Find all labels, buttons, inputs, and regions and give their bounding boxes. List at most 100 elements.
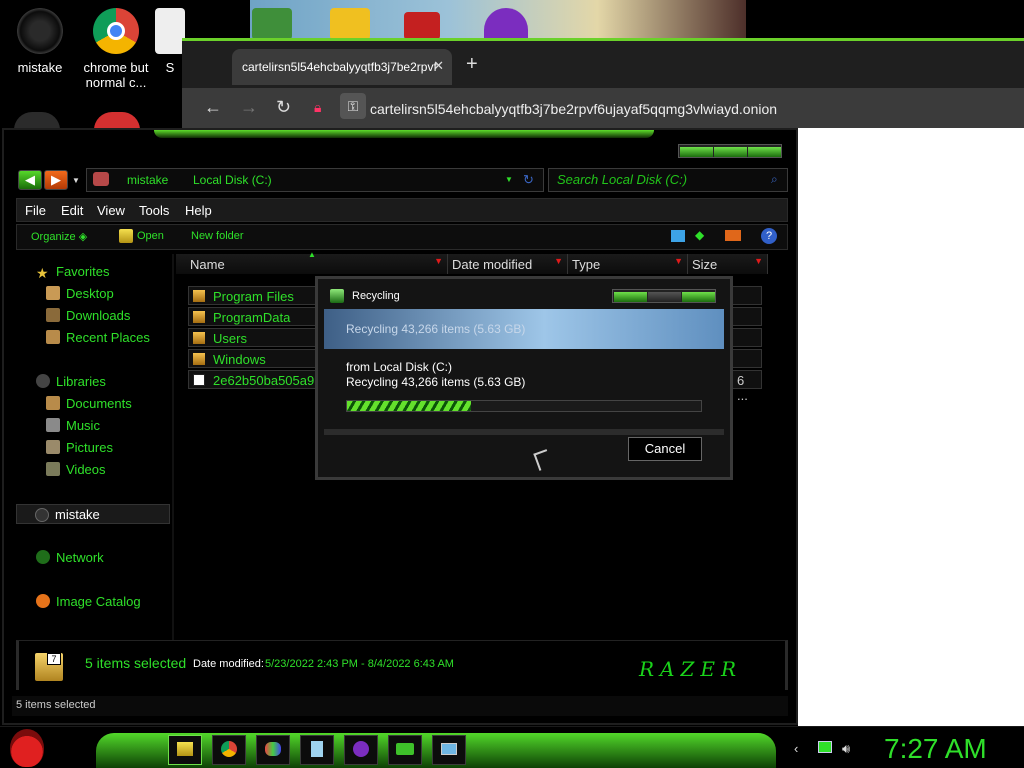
- nav-downloads[interactable]: Downloads: [46, 308, 130, 323]
- taskbar-app[interactable]: [388, 735, 422, 765]
- taskbar: ‹ 🔊︎ 7:27 AM: [0, 726, 1024, 768]
- nav-recent-places[interactable]: Recent Places: [46, 330, 150, 345]
- dialog-close-button[interactable]: [682, 292, 715, 302]
- file-row[interactable]: 2e62b50ba505a91: [188, 370, 322, 389]
- notepad-icon: [311, 741, 323, 757]
- clock[interactable]: 7:27 AM: [884, 733, 987, 765]
- nav-network[interactable]: Network: [36, 550, 104, 565]
- maximize-button[interactable]: [714, 147, 747, 157]
- reload-icon[interactable]: ↻: [276, 97, 291, 118]
- app-icon: [404, 12, 440, 40]
- refresh-icon[interactable]: ↻: [523, 172, 534, 188]
- volume-icon[interactable]: 🔊︎: [842, 741, 850, 757]
- star-icon: ★: [36, 265, 49, 281]
- show-hidden-icons[interactable]: ‹: [794, 741, 798, 756]
- nav-image-catalog[interactable]: Image Catalog: [36, 594, 141, 609]
- open-button[interactable]: Open: [137, 230, 164, 242]
- close-button[interactable]: [748, 147, 781, 157]
- nav-computer-mistake[interactable]: mistake: [16, 504, 170, 524]
- column-headers: Name ▼ Date modified ▼ Type ▼ Size ▼ ▲: [176, 250, 788, 276]
- address-bar[interactable]: mistake Local Disk (C:) ▼ ↻: [86, 168, 544, 192]
- pane-divider[interactable]: [172, 254, 174, 644]
- file-row-tail[interactable]: [732, 307, 762, 326]
- file-row-tail[interactable]: [732, 328, 762, 347]
- progress-bar: [346, 400, 702, 412]
- progress-fill: [347, 401, 471, 411]
- desktop-icon-chrome[interactable]: chrome but normal c...: [80, 8, 152, 90]
- view-icon[interactable]: [671, 230, 685, 242]
- folder-icon: [177, 742, 193, 756]
- file-size-cell[interactable]: 6 ...: [732, 370, 762, 403]
- cursor-icon: [533, 449, 553, 471]
- back-button[interactable]: ◀: [18, 170, 42, 190]
- folder-icon: [193, 311, 205, 323]
- menu-help[interactable]: Help: [185, 203, 212, 218]
- browser-tab[interactable]: cartelirsn5l54ehcbalyyqtfb3j7be2rpvf ✕: [232, 49, 452, 85]
- new-tab-icon[interactable]: +: [466, 53, 478, 76]
- taskbar-notepad[interactable]: [300, 735, 334, 765]
- nav-favorites[interactable]: ★ Favorites: [36, 264, 109, 281]
- tor-icon: [484, 8, 528, 40]
- menu-file[interactable]: File: [25, 203, 46, 218]
- file-row[interactable]: ProgramData: [188, 307, 322, 326]
- search-icon[interactable]: ⌕: [771, 172, 778, 187]
- recycling-dialog: Recycling Recycling 43,266 items (5.63 G…: [315, 276, 733, 480]
- cancel-button[interactable]: Cancel: [628, 437, 702, 461]
- recent-pages-icon[interactable]: ▼: [72, 176, 80, 185]
- taskbar-explorer[interactable]: [168, 735, 202, 765]
- preview-pane-icon[interactable]: [725, 230, 741, 241]
- url-bar[interactable]: cartelirsn5l54ehcbalyyqtfb3j7be2rpvf6uja…: [370, 101, 777, 117]
- pictures-icon: [46, 440, 60, 454]
- start-button[interactable]: [10, 729, 44, 767]
- column-size[interactable]: Size ▼: [688, 254, 768, 274]
- nav-documents[interactable]: Documents: [46, 396, 132, 411]
- taskbar-screen[interactable]: [432, 735, 466, 765]
- column-date-modified[interactable]: Date modified ▼: [448, 254, 568, 274]
- menu-tools[interactable]: Tools: [139, 203, 169, 218]
- nav-desktop[interactable]: Desktop: [46, 286, 114, 301]
- taskbar-chrome[interactable]: [212, 735, 246, 765]
- dialog-minimize-button[interactable]: [614, 292, 647, 302]
- file-row[interactable]: Windows: [188, 349, 322, 368]
- file-row[interactable]: Users: [188, 328, 322, 347]
- dialog-maximize-button[interactable]: [648, 292, 681, 302]
- desktop-icon-mistake[interactable]: mistake: [4, 8, 76, 75]
- angry-birds-icon: [330, 8, 370, 40]
- nav-videos[interactable]: Videos: [46, 462, 106, 477]
- file-row-tail[interactable]: [732, 286, 762, 305]
- lock-icon[interactable]: 🔒︎: [314, 99, 321, 116]
- documents-icon: [46, 396, 60, 410]
- file-row-tail[interactable]: [732, 349, 762, 368]
- razer-logo: RAZER: [639, 657, 743, 681]
- address-dropdown-icon[interactable]: ▼: [505, 175, 513, 184]
- taskbar-tor[interactable]: [344, 735, 378, 765]
- nav-pictures[interactable]: Pictures: [46, 440, 113, 455]
- forward-button[interactable]: ▶: [44, 170, 68, 190]
- network-tray-icon[interactable]: [818, 741, 832, 753]
- forward-icon[interactable]: →: [240, 97, 258, 118]
- desktop-icon-label: S: [165, 60, 175, 75]
- column-type[interactable]: Type ▼: [568, 254, 688, 274]
- minimize-button[interactable]: [680, 147, 713, 157]
- shield-icon: [252, 8, 292, 40]
- organize-button[interactable]: Organize ◈: [31, 230, 87, 243]
- breadcrumb-local-disk[interactable]: Local Disk (C:): [193, 173, 272, 187]
- monitor-icon: [441, 743, 457, 755]
- breadcrumb-mistake[interactable]: mistake: [127, 173, 168, 187]
- search-input[interactable]: [557, 172, 757, 187]
- nav-libraries[interactable]: Libraries: [36, 374, 106, 389]
- dialog-window-controls: [612, 289, 716, 303]
- menu-view[interactable]: View: [97, 203, 125, 218]
- close-tab-icon[interactable]: ✕: [433, 58, 444, 74]
- new-folder-button[interactable]: New folder: [191, 230, 244, 242]
- search-box[interactable]: ⌕: [548, 168, 788, 192]
- menu-edit[interactable]: Edit: [61, 203, 83, 218]
- taskbar-paint[interactable]: [256, 735, 290, 765]
- view-options-icon[interactable]: ◆: [695, 228, 704, 242]
- help-icon[interactable]: ?: [761, 228, 777, 244]
- back-icon[interactable]: ←: [204, 97, 222, 118]
- nav-music[interactable]: Music: [46, 418, 100, 433]
- file-row[interactable]: Program Files: [188, 286, 322, 305]
- key-icon[interactable]: ⚿: [340, 93, 366, 119]
- dialog-title: Recycling: [352, 290, 400, 302]
